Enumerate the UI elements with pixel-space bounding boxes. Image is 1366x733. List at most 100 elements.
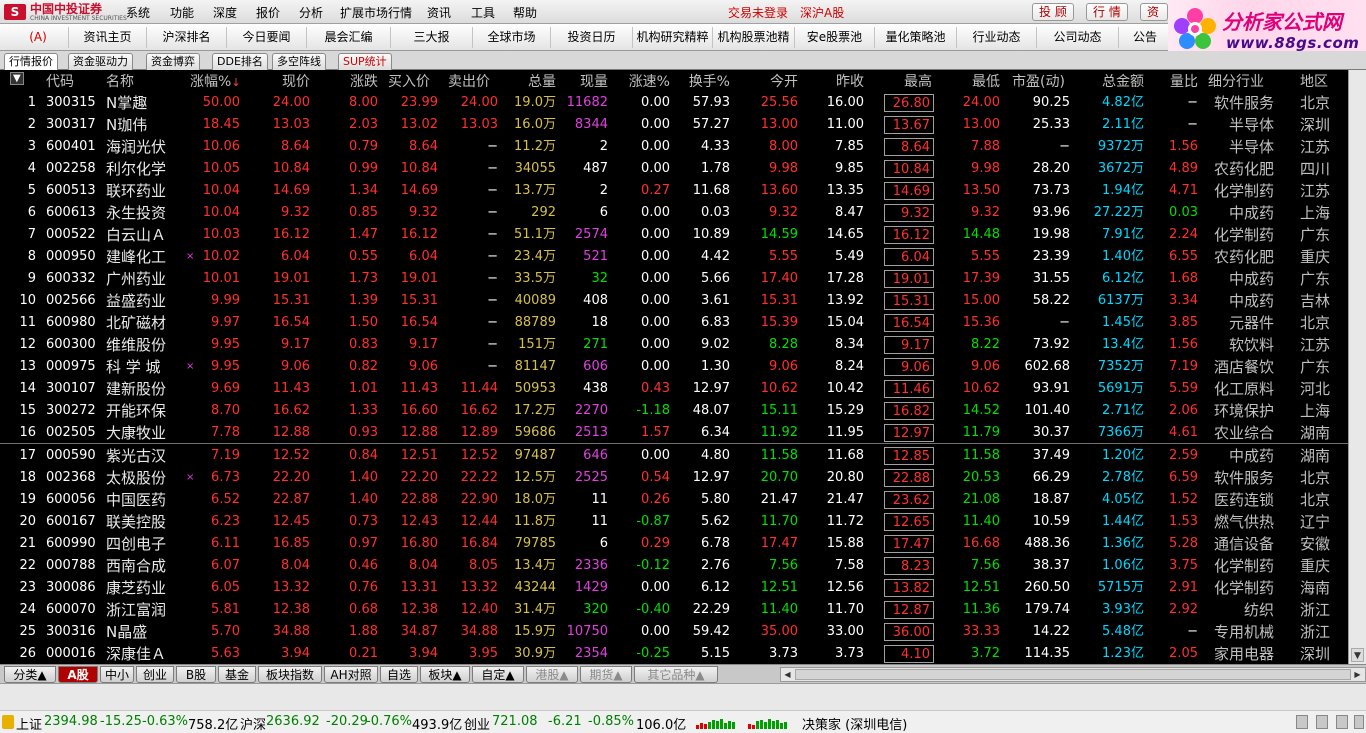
stock-name[interactable]: 海润光伏 [106, 138, 166, 156]
scroll-thumb[interactable] [795, 669, 1351, 680]
table-row[interactable]: 15 300272 开能环保 8.70 16.62 1.33 16.60 16.62 17.2万… [0, 400, 1348, 422]
col-speed[interactable]: 涨速% [614, 71, 670, 91]
vertical-scrollbar[interactable]: ▼ [1348, 70, 1366, 664]
table-row[interactable]: 4 002258 利尔化学 10.05 10.84 0.99 10.84 − 34055 487 0… [0, 158, 1348, 180]
table-row[interactable]: 25 300316 N晶盛 5.70 34.88 1.88 34.87 34.88 15.9万 1… [0, 621, 1348, 643]
table-row[interactable]: 16 002505 大康牧业 7.78 12.88 0.93 12.88 12.89 59686… [0, 422, 1348, 444]
btab-chinext[interactable]: 创业 [136, 666, 174, 683]
stock-code[interactable]: 300315 [46, 94, 96, 112]
table-row[interactable]: 5 600513 联环药业 10.04 14.69 1.34 14.69−13.7万 2 0.2… [0, 180, 1348, 202]
nav-three-papers[interactable]: 三大报 [390, 27, 472, 48]
col-current-vol[interactable]: 现量 [562, 71, 608, 91]
col-chg[interactable]: 涨跌 [326, 71, 378, 91]
col-high[interactable]: 最高 [880, 71, 932, 91]
stock-code[interactable]: 600056 [46, 491, 96, 509]
nav-announcements[interactable]: 公告全 [1118, 27, 1168, 48]
table-row[interactable]: 17 000590 紫光古汉 7.19 12.52 0.84 12.51 12.52 97487… [0, 445, 1348, 467]
col-open[interactable]: 今开 [746, 71, 798, 91]
lock-icon[interactable] [1296, 715, 1308, 729]
nav-company-news[interactable]: 公司动态 [1036, 27, 1118, 48]
menu-news[interactable]: 资讯 [427, 4, 451, 21]
stock-name[interactable]: N晶盛 [106, 623, 147, 641]
col-vol-ratio[interactable]: 量比 [1158, 71, 1198, 91]
stock-name[interactable]: 康芝药业 [106, 579, 166, 597]
stock-name[interactable]: 建峰化工 [106, 248, 166, 266]
stock-code[interactable]: 600513 [46, 182, 96, 200]
stock-code[interactable]: 300317 [46, 116, 96, 134]
btab-sme[interactable]: 中小 [100, 666, 134, 683]
stock-name[interactable]: 白云山Ａ [106, 226, 166, 244]
col-amount[interactable]: 总金额 [1084, 71, 1144, 91]
table-row[interactable]: 8 000950 建峰化工 × 10.02 6.04 0.55 6.04−23.4万 521 0.… [0, 246, 1348, 268]
col-low[interactable]: 最低 [948, 71, 1000, 91]
col-turnover[interactable]: 换手% [674, 71, 730, 91]
table-row[interactable]: 10 002566 益盛药业 9.99 15.31 1.39 15.31 − 40089 408 0… [0, 290, 1348, 312]
col-pe[interactable]: 市盈(动) [1012, 71, 1065, 91]
col-bid[interactable]: 买入价 [388, 71, 430, 91]
col-volume[interactable]: 总量 [510, 71, 556, 91]
stock-name[interactable]: 科 学 城 [106, 358, 161, 376]
trade-login-status[interactable]: 交易未登录 [728, 4, 788, 21]
advisor-button[interactable]: 投 顾 [1032, 3, 1074, 21]
table-row[interactable]: 14 300107 建新股份 9.69 11.43 1.01 11.43 11.44 50953… [0, 378, 1348, 400]
col-industry[interactable]: 细分行业 [1208, 71, 1264, 91]
settings-icon[interactable] [1316, 715, 1328, 729]
stock-code[interactable]: 600070 [46, 601, 96, 619]
col-price[interactable]: 现价 [258, 71, 310, 91]
nav-global-market[interactable]: 全球市场 [472, 27, 550, 48]
table-row[interactable]: 6 600613 永生投资 10.04 9.32 0.85 9.32 − 292 6 0.00 0.0… [0, 202, 1348, 224]
nav-quant-pool[interactable]: 量化策略池 [874, 27, 956, 48]
stock-code[interactable]: 000975 [46, 358, 96, 376]
menu-extended-market[interactable]: 扩展市场行情 [340, 4, 412, 21]
btab-sector-index[interactable]: 板块指数 [258, 666, 322, 683]
stock-code[interactable]: 000522 [46, 226, 96, 244]
stock-name[interactable]: 开能环保 [106, 402, 166, 420]
menu-tools[interactable]: 工具 [471, 4, 495, 21]
table-row[interactable]: 18 002368 太极股份 × 6.73 22.20 1.40 22.20 22.22 12.5… [0, 467, 1348, 489]
stock-name[interactable]: N珈伟 [106, 116, 147, 134]
stock-code[interactable]: 000788 [46, 557, 96, 575]
stock-name[interactable]: 西南合成 [106, 557, 166, 575]
column-menu-icon[interactable]: ▼ [10, 72, 24, 85]
table-row[interactable]: 19 600056 中国医药 6.52 22.87 1.40 22.88 22.90 18.0万… [0, 489, 1348, 511]
stock-code[interactable]: 600613 [46, 204, 96, 222]
stock-code[interactable]: 600401 [46, 138, 96, 156]
tab-capital-drive[interactable]: 资金驱动力 [68, 53, 133, 70]
stock-code[interactable]: 600167 [46, 513, 96, 531]
tab-quotes[interactable]: 行情报价 [4, 53, 58, 70]
btab-a-shares[interactable]: A股 [58, 666, 98, 683]
stock-name[interactable]: 建新股份 [106, 380, 166, 398]
stock-code[interactable]: 300316 [46, 623, 96, 641]
stock-code[interactable]: 002566 [46, 292, 96, 310]
menu-analysis[interactable]: 分析 [299, 4, 323, 21]
table-row[interactable]: 21 600990 四创电子 6.11 16.85 0.97 16.80 16.84 79785… [0, 533, 1348, 555]
menu-depth[interactable]: 深度 [213, 4, 237, 21]
table-row[interactable]: 1 300315 N掌趣 50.00 24.00 8.00 23.99 24.00 19.0万 1… [0, 92, 1348, 114]
stock-code[interactable]: 600300 [46, 336, 96, 354]
quotes-button[interactable]: 行 情 [1086, 3, 1128, 21]
nav-industry-news[interactable]: 行业动态 [956, 27, 1036, 48]
news-button[interactable]: 资 [1140, 3, 1168, 21]
table-row[interactable]: 13 000975 科 学 城 × 9.95 9.06 0.82 9.06−81147 606 0… [0, 356, 1348, 378]
stock-name[interactable]: 益盛药业 [106, 292, 166, 310]
info-icon[interactable] [1336, 715, 1348, 729]
stock-name[interactable]: 联环药业 [106, 182, 166, 200]
scroll-down-icon[interactable]: ▼ [1351, 648, 1364, 662]
scroll-right-icon[interactable]: ▶ [1351, 668, 1364, 681]
btab-funds[interactable]: 基金 [218, 666, 256, 683]
btab-ah-compare[interactable]: AH对照 [324, 666, 378, 683]
stock-code[interactable]: 300107 [46, 380, 96, 398]
window-icon[interactable] [1354, 715, 1364, 729]
tab-sup-stats[interactable]: SUP统计 [338, 53, 392, 70]
menu-system[interactable]: 系统 [126, 4, 150, 21]
btab-watchlist[interactable]: 自选 [380, 666, 418, 683]
tab-dde-rank[interactable]: DDE排名 [212, 53, 268, 70]
stock-code[interactable]: 002368 [46, 469, 96, 487]
stock-name[interactable]: 联美控股 [106, 513, 166, 531]
nav-shsz-rank[interactable]: 沪深排名 [146, 27, 226, 48]
table-row[interactable]: 24 600070 浙江富润 5.81 12.38 0.68 12.38 12.40 31.4万… [0, 599, 1348, 621]
market-selector-link[interactable]: 深沪A股 [800, 4, 844, 21]
btab-category[interactable]: 分类▲ [4, 666, 56, 683]
table-row[interactable]: 22 000788 西南合成 6.07 8.04 0.46 8.04 8.05 13.4万 233… [0, 555, 1348, 577]
nav-stock-pool[interactable]: 机构股票池精 [712, 27, 794, 48]
